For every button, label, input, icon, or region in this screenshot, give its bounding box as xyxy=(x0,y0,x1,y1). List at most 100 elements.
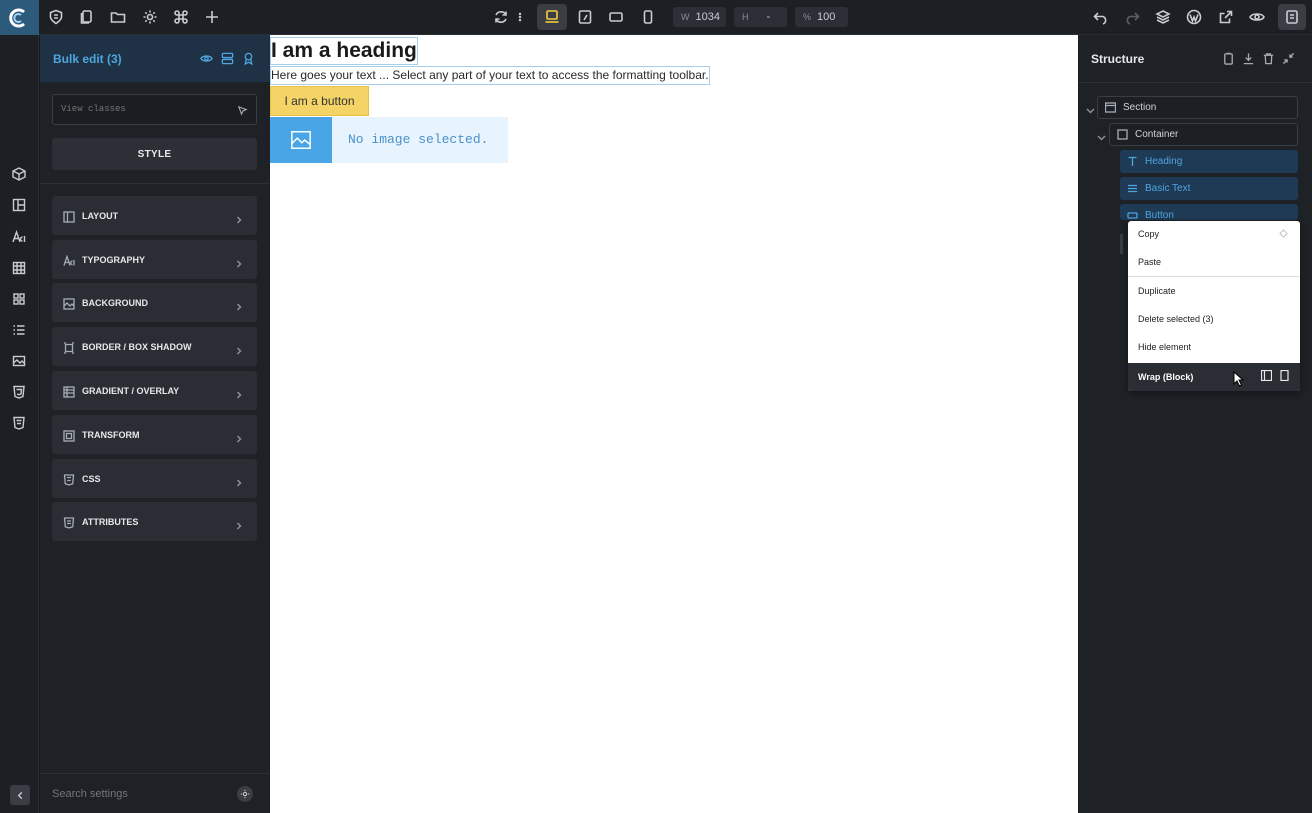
menu-paste[interactable]: Paste xyxy=(1128,249,1300,275)
logo[interactable] xyxy=(0,0,39,35)
builder-canvas[interactable]: I am a heading Here goes your text ... S… xyxy=(270,35,1078,813)
fonts-icon[interactable] xyxy=(12,229,28,246)
layout-panel-icon[interactable] xyxy=(12,198,28,214)
tree-node-label: Container xyxy=(1135,129,1179,140)
menu-item-label: Hide element xyxy=(1138,342,1192,352)
tree-node-section[interactable]: Section xyxy=(1097,96,1298,119)
chevron-right-icon xyxy=(235,517,245,530)
shield-icon[interactable] xyxy=(46,7,66,27)
menu-item-label: Duplicate xyxy=(1138,286,1176,296)
preview-eye-icon[interactable] xyxy=(1247,7,1267,27)
save-icon[interactable] xyxy=(1278,4,1306,30)
menu-item-label: Delete selected (3) xyxy=(1138,314,1214,324)
height-field[interactable]: H - xyxy=(734,7,787,27)
media-icon[interactable] xyxy=(12,354,28,370)
menu-item-label: Copy xyxy=(1138,229,1160,239)
section-label: GRADIENT / OVERLAY xyxy=(82,385,180,396)
menu-delete-selected[interactable]: Delete selected (3) xyxy=(1128,306,1300,332)
view-classes-input[interactable] xyxy=(61,104,231,114)
collapse-button[interactable] xyxy=(10,785,30,805)
global-settings-button[interactable] xyxy=(237,786,253,802)
chevron-right-icon xyxy=(235,211,245,224)
tree-node-container[interactable]: Container xyxy=(1109,123,1298,146)
css3-icon[interactable] xyxy=(12,385,28,401)
logo-icon xyxy=(8,8,25,27)
list-icon[interactable] xyxy=(12,323,28,339)
section-typography[interactable]: TYPOGRAPHY xyxy=(52,240,257,279)
section-gradient-overlay[interactable]: GRADIENT / OVERLAY xyxy=(52,371,257,410)
tree-node-label: Section xyxy=(1123,102,1157,113)
section-attributes[interactable]: ATTRIBUTES xyxy=(52,502,257,541)
tree-node-heading[interactable]: Heading xyxy=(1120,150,1298,173)
wrap-block-icon[interactable] xyxy=(1260,369,1273,382)
tree-node-button[interactable]: Button xyxy=(1120,204,1298,220)
canvas-button[interactable]: I am a button xyxy=(270,86,369,116)
chevron-right-icon xyxy=(235,255,245,268)
menu-separator xyxy=(1128,276,1300,277)
collapse-arrows-icon[interactable] xyxy=(1282,52,1296,66)
eye-icon[interactable] xyxy=(200,52,214,66)
refresh-icon[interactable] xyxy=(491,7,511,27)
trash-icon[interactable] xyxy=(1262,52,1276,66)
badge-icon[interactable] xyxy=(242,52,256,66)
tree-node-label: Button xyxy=(1145,210,1174,220)
menu-wrap-block[interactable]: Wrap (Block) xyxy=(1128,363,1300,391)
chevron-down-icon[interactable] xyxy=(1097,129,1107,141)
width-field[interactable]: W 1034 xyxy=(673,7,726,27)
clipboard-icon[interactable] xyxy=(1222,52,1236,66)
redo-icon[interactable] xyxy=(1122,7,1142,27)
canvas-basic-text[interactable]: Here goes your text ... Select any part … xyxy=(270,66,710,85)
tablet-portrait-icon[interactable] xyxy=(606,7,626,27)
add-icon[interactable] xyxy=(202,7,222,27)
section-layout[interactable]: LAYOUT xyxy=(52,196,257,235)
menu-copy[interactable]: Copy xyxy=(1128,221,1300,247)
html5-icon[interactable] xyxy=(12,416,28,432)
settings-icon[interactable] xyxy=(140,7,160,27)
layers-icon[interactable] xyxy=(1153,7,1173,27)
desktop-breakpoint-icon[interactable] xyxy=(537,4,567,30)
menu-hide-element[interactable]: Hide element xyxy=(1128,334,1300,360)
more-vertical-icon[interactable] xyxy=(515,7,525,27)
tree-node-label: Basic Text xyxy=(1145,183,1191,194)
image-placeholder-icon xyxy=(270,117,332,163)
canvas-image[interactable]: No image selected. xyxy=(270,117,508,163)
section-label: TYPOGRAPHY xyxy=(82,254,146,265)
section-transform[interactable]: TRANSFORM xyxy=(52,415,257,454)
heading-icon xyxy=(1127,156,1138,167)
pages-icon[interactable] xyxy=(77,7,97,27)
tablet-landscape-icon[interactable] xyxy=(575,7,595,27)
external-link-icon[interactable] xyxy=(1216,7,1236,27)
menu-duplicate[interactable]: Duplicate xyxy=(1128,278,1300,304)
zoom-field[interactable]: % 100 xyxy=(795,7,848,27)
download-icon[interactable] xyxy=(1242,52,1256,66)
command-icon[interactable] xyxy=(171,7,191,27)
style-button[interactable]: STYLE xyxy=(52,138,257,170)
context-menu: Copy Paste Duplicate Delete selected (3)… xyxy=(1128,221,1300,391)
components-icon[interactable] xyxy=(12,292,28,308)
transform-icon xyxy=(63,429,75,442)
structure-panel: Structure Section Container Heading Basi… xyxy=(1078,35,1312,813)
database-icon[interactable] xyxy=(221,52,235,66)
background-icon xyxy=(63,297,75,310)
section-background[interactable]: BACKGROUND xyxy=(52,283,257,322)
chevron-left-icon xyxy=(17,791,22,799)
mobile-icon[interactable] xyxy=(638,7,658,27)
zoom-label: % xyxy=(803,12,812,22)
elements-icon[interactable] xyxy=(12,167,28,183)
canvas-heading[interactable]: I am a heading xyxy=(270,37,418,65)
chevron-down-icon[interactable] xyxy=(1086,102,1096,114)
chevron-right-icon xyxy=(235,474,245,487)
section-border-box-shadow[interactable]: BORDER / BOX SHADOW xyxy=(52,327,257,366)
width-label: W xyxy=(681,12,690,22)
wrap-container-icon[interactable] xyxy=(1279,369,1291,382)
folder-icon[interactable] xyxy=(108,7,128,27)
wordpress-icon[interactable] xyxy=(1184,7,1204,27)
css-icon xyxy=(63,473,75,486)
width-value: 1034 xyxy=(695,11,720,23)
search-settings-input[interactable] xyxy=(52,788,222,800)
undo-icon[interactable] xyxy=(1091,7,1111,27)
section-css[interactable]: CSS xyxy=(52,459,257,498)
grid-icon[interactable] xyxy=(12,261,28,277)
view-classes-field[interactable] xyxy=(52,94,257,125)
tree-node-basic-text[interactable]: Basic Text xyxy=(1120,177,1298,200)
